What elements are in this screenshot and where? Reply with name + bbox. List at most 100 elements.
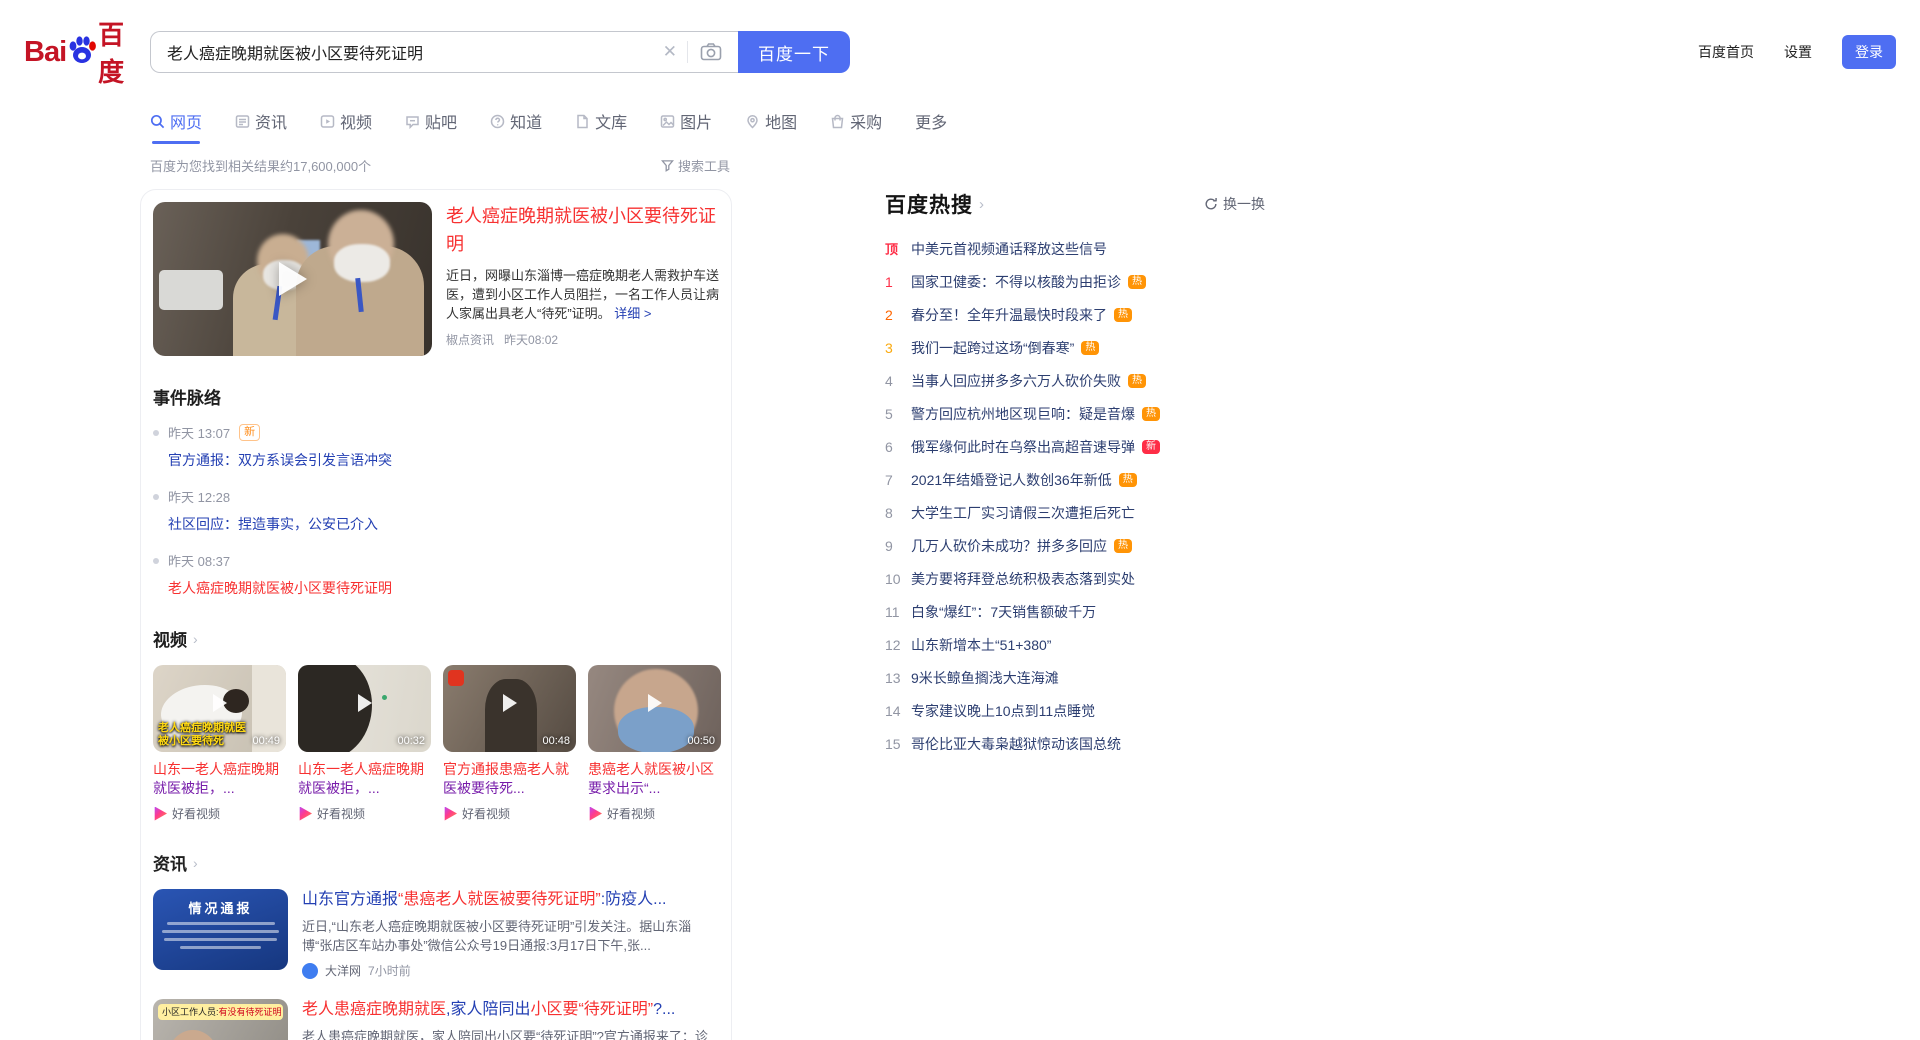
news-description: 老人患癌症晚期就医，家人陪同出小区要“待死证明”?官方通报来了：诊断是肝囊肿，就…	[302, 1027, 719, 1040]
hot-search-header: 百度热搜 › 换一换	[885, 189, 1265, 219]
results-stats-row: 百度为您找到相关结果约17,600,000个 搜索工具	[150, 156, 730, 175]
main-result-source-row: 椒点资讯 昨天08:02	[446, 331, 719, 348]
video-source: 好看视频	[607, 805, 655, 822]
videos-row: 老人癌症晚期就医 被小区要待死 00:49 山东一老人癌症晚期 就医被拒，...…	[153, 665, 719, 822]
hot-badge: 热	[1119, 473, 1137, 487]
hot-search-item[interactable]: 15 哥伦比亚大毒枭越狱惊动该国总统	[885, 727, 1265, 760]
camera-search-icon[interactable]	[688, 42, 728, 62]
hot-badge: 热	[1128, 374, 1146, 388]
hot-search-item[interactable]: 13 9米长鲸鱼搁浅大连海滩	[885, 661, 1265, 694]
news-title[interactable]: 山东官方通报“患癌老人就医被要待死证明”:防疫人...	[302, 889, 719, 911]
baidu-logo[interactable]: Bai 百度	[24, 15, 150, 89]
hot-search-item[interactable]: 5 警方回应杭州地区现巨响：疑是音爆 热	[885, 397, 1265, 430]
publish-time: 昨天08:02	[504, 331, 558, 348]
tab-video[interactable]: 视频	[320, 109, 372, 144]
hot-search-item[interactable]: 4 当事人回应拼多多六万人砍价失败 热	[885, 364, 1265, 397]
hot-search-item[interactable]: 顶 中美元首视频通话释放这些信号	[885, 232, 1265, 265]
haokan-play-icon	[298, 807, 312, 821]
results-count: 百度为您找到相关结果约17,600,000个	[150, 156, 371, 175]
rank-label: 11	[885, 604, 911, 620]
news-thumbnail[interactable]: 情况通报	[153, 889, 288, 970]
video-source: 好看视频	[172, 805, 220, 822]
main-result-title[interactable]: 老人癌症晚期就医被小区要待死证明	[446, 202, 719, 258]
play-icon	[279, 262, 307, 296]
rank-label: 7	[885, 472, 911, 488]
videos-section-header[interactable]: 视频 ›	[153, 626, 719, 651]
tab-map[interactable]: 地图	[745, 109, 797, 144]
timeline-item: 昨天 08:37 老人癌症晚期就医被小区要待死证明	[153, 551, 719, 598]
detail-link[interactable]: 详细 >	[614, 306, 651, 321]
hot-search-item[interactable]: 2 春分至！全年升温最快时段来了 热	[885, 298, 1265, 331]
hot-search-item[interactable]: 14 专家建议晚上10点到11点睡觉	[885, 694, 1265, 727]
news-icon	[235, 114, 250, 129]
play-icon	[503, 694, 517, 712]
tab-caigou[interactable]: 采购	[830, 109, 882, 144]
search-box: ✕	[150, 31, 738, 73]
video-thumbnail[interactable]: 00:50	[588, 665, 721, 752]
timeline-link[interactable]: 官方通报：双方系误会引发言语冲突	[168, 450, 719, 470]
refresh-button[interactable]: 换一换	[1204, 194, 1265, 214]
hot-search-item[interactable]: 10 美方要将拜登总统积极表态落到实处	[885, 562, 1265, 595]
question-icon	[490, 114, 505, 129]
video-card: 00:32 山东一老人癌症晚期 就医被拒，... 好看视频	[298, 665, 431, 822]
hot-search-title[interactable]: 百度热搜	[885, 189, 973, 219]
main-video-thumbnail[interactable]	[153, 202, 432, 356]
hot-search-item[interactable]: 11 白象“爆红”：7天销售额破千万	[885, 595, 1265, 628]
hot-search-item[interactable]: 6 俄军缘何此时在乌祭出高超音速导弹 新	[885, 430, 1265, 463]
timeline-list: 昨天 13:07 新 官方通报：双方系误会引发言语冲突 昨天 12:28 社区回…	[153, 423, 719, 598]
tab-webpage[interactable]: 网页	[150, 109, 202, 144]
main-result-description: 近日，网曝山东淄博一癌症晚期老人需救护车送医，遭到小区工作人员阻拦，一名工作人员…	[446, 266, 719, 323]
hot-search-item[interactable]: 3 我们一起跨过这场“倒春寒” 热	[885, 331, 1265, 364]
tab-tieba[interactable]: 贴吧	[405, 109, 457, 144]
search-input[interactable]	[167, 43, 653, 61]
chevron-right-icon: ›	[193, 631, 198, 647]
hot-badge: 热	[1128, 275, 1146, 289]
login-button[interactable]: 登录	[1842, 35, 1896, 69]
timeline-dot-icon	[153, 494, 159, 500]
timeline-link[interactable]: 老人癌症晚期就医被小区要待死证明	[168, 578, 719, 598]
video-title[interactable]: 山东一老人癌症晚期 就医被拒，...	[153, 760, 286, 798]
tab-image[interactable]: 图片	[660, 109, 712, 144]
search-icon	[150, 114, 165, 129]
tab-wenku[interactable]: 文库	[575, 109, 627, 144]
timeline-link[interactable]: 社区回应：捏造事实，公安已介入	[168, 514, 719, 534]
hot-search-item[interactable]: 8 大学生工厂实习请假三次遭拒后死亡	[885, 496, 1265, 529]
clear-search-icon[interactable]: ✕	[653, 42, 687, 62]
tab-news[interactable]: 资讯	[235, 109, 287, 144]
video-title[interactable]: 山东一老人癌症晚期 就医被拒，...	[298, 760, 431, 798]
search-button[interactable]: 百度一下	[738, 31, 850, 73]
news-thumbnail[interactable]: 小区工作人员:有没有待死证明	[153, 999, 288, 1040]
tab-zhidao[interactable]: 知道	[490, 109, 542, 144]
video-title[interactable]: 官方通报患癌老人就 医被要待死...	[443, 760, 576, 798]
news-source: 大洋网	[325, 962, 361, 979]
play-icon	[358, 694, 372, 712]
search-tools[interactable]: 搜索工具	[661, 156, 730, 175]
video-thumbnail[interactable]: 00:32	[298, 665, 431, 752]
hot-search-item[interactable]: 7 2021年结婚登记人数创36年新低 热	[885, 463, 1265, 496]
timeline-time: 昨天 13:07	[168, 423, 230, 442]
link-baidu-home[interactable]: 百度首页	[1698, 42, 1754, 62]
rank-label: 12	[885, 637, 911, 653]
video-icon	[320, 114, 335, 129]
hot-search-item[interactable]: 9 几万人砍价未成功？拼多多回应 热	[885, 529, 1265, 562]
paw-icon	[67, 34, 97, 71]
rank-label: 顶	[885, 239, 911, 258]
tieba-icon	[405, 114, 420, 129]
timeline-item: 昨天 12:28 社区回应：捏造事实，公安已介入	[153, 487, 719, 534]
video-title[interactable]: 患癌老人就医被小区 要求出示“...	[588, 760, 721, 798]
video-source-row: 好看视频	[298, 805, 431, 822]
hot-search-item[interactable]: 12 山东新增本土“51+380”	[885, 628, 1265, 661]
video-thumbnail[interactable]: 老人癌症晚期就医 被小区要待死 00:49	[153, 665, 286, 752]
news-section-header[interactable]: 资讯 ›	[153, 850, 719, 875]
doc-icon	[575, 114, 590, 129]
source-name: 椒点资讯	[446, 331, 494, 348]
tab-more[interactable]: 更多	[915, 109, 947, 144]
timeline-time: 昨天 12:28	[168, 487, 230, 506]
video-thumbnail[interactable]: 00:48	[443, 665, 576, 752]
thumbnail-art	[162, 930, 278, 933]
video-source: 好看视频	[462, 805, 510, 822]
link-settings[interactable]: 设置	[1784, 42, 1812, 62]
rank-label: 14	[885, 703, 911, 719]
hot-search-item[interactable]: 1 国家卫健委：不得以核酸为由拒诊 热	[885, 265, 1265, 298]
news-title[interactable]: 老人患癌症晚期就医,家人陪同出小区要“待死证明”?...	[302, 999, 719, 1021]
